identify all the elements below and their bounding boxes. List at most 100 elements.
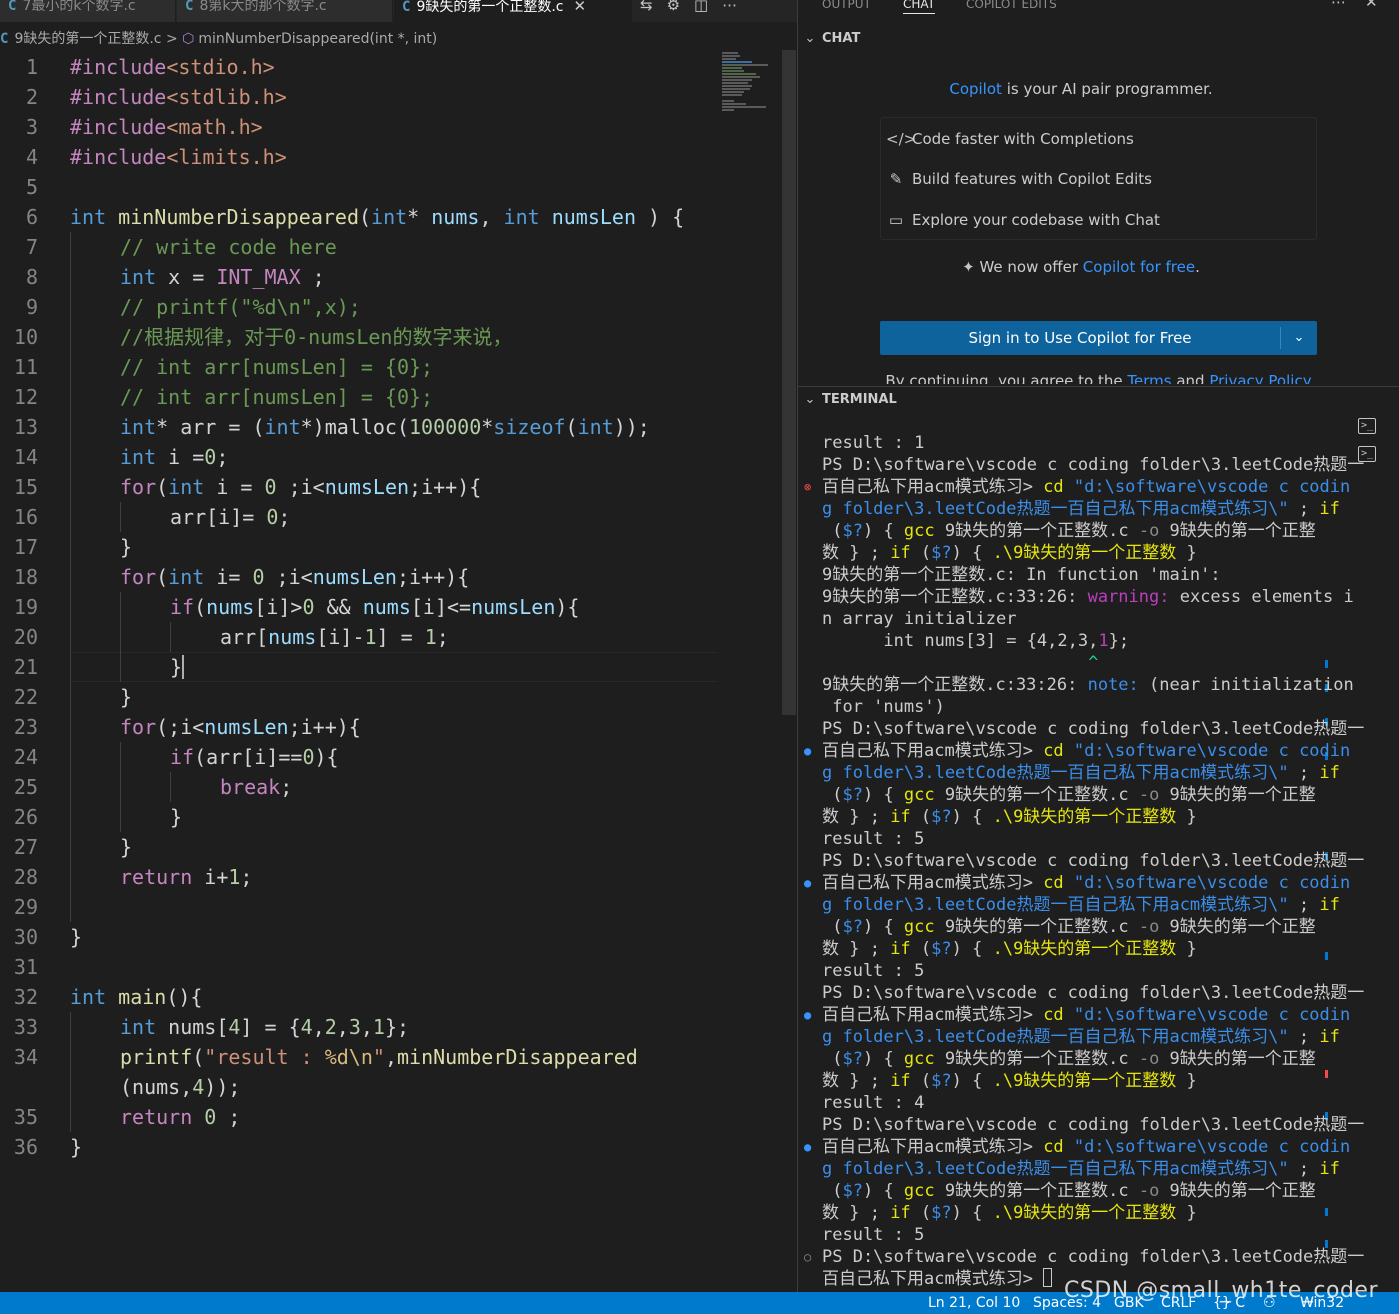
cursor-position[interactable]: Ln 21, Col 10 xyxy=(928,1292,1020,1314)
privacy-link[interactable]: Privacy Policy xyxy=(1209,372,1311,384)
terminal-line: result : 5 xyxy=(822,829,925,849)
breadcrumb-symbol[interactable]: minNumberDisappeared(int *, int) xyxy=(198,31,437,47)
sparkle-icon: ✦ xyxy=(962,258,980,276)
terminal-line: g folder\3.leetCode热题一百自己私下用acm模式练习\" ; … xyxy=(822,1159,1340,1179)
editor-toolbar: ⇆ ⚙ ◫ ⋯ xyxy=(640,0,751,22)
success-status-icon[interactable]: ● xyxy=(804,1004,811,1026)
code-line: 36} xyxy=(0,1132,782,1162)
code-text: if(nums[i]>0 && nums[i]<=numsLen){ xyxy=(170,595,580,619)
terminal-line: ($?) { gcc 9缺失的第一个正整数.c -o 9缺失的第一个正整 xyxy=(822,785,1316,805)
copilot-free-link[interactable]: Copilot for free xyxy=(1083,258,1195,276)
terminal-line: g folder\3.leetCode热题一百自己私下用acm模式练习\" ; … xyxy=(822,1027,1340,1047)
code-text: int* arr = (int*)malloc(100000*sizeof(in… xyxy=(120,415,650,439)
feature-label: Code faster with Completions xyxy=(912,130,1134,148)
code-text: } xyxy=(120,835,133,859)
terminal-line: int nums[3] = {4,2,3,1}; xyxy=(822,631,1130,651)
section-divider[interactable] xyxy=(798,386,1399,387)
code-line: 31 xyxy=(0,952,782,982)
line-number: 29 xyxy=(13,895,38,919)
line-number: 19 xyxy=(13,595,38,619)
terminal-line: 9缺失的第一个正整数.c:33:26: note: (near initiali… xyxy=(822,675,1354,695)
success-status-icon[interactable]: ● xyxy=(804,740,811,762)
compare-icon[interactable]: ⇆ xyxy=(640,0,653,13)
chat-section-header[interactable]: ⌄ CHAT xyxy=(798,28,861,50)
offer-suffix: . xyxy=(1195,258,1200,276)
sign-in-button[interactable]: Sign in to Use Copilot for Free ⌄ xyxy=(880,321,1317,355)
success-status-icon[interactable]: ● xyxy=(804,872,811,894)
breadcrumb-separator: > xyxy=(165,31,178,47)
code-line: 9 // printf("%d\n",x); xyxy=(0,292,782,322)
tab-output[interactable]: OUTPUT xyxy=(822,0,871,10)
tab-copilot-edits[interactable]: COPILOT EDITS xyxy=(966,0,1057,10)
code-text: #include<stdio.h> xyxy=(70,55,275,79)
terminal-line: g folder\3.leetCode热题一百自己私下用acm模式练习\" ; … xyxy=(822,895,1340,915)
code-line: 2 #include<stdlib.h> xyxy=(0,82,782,112)
chat-icon: ▭ xyxy=(888,211,904,229)
tab-9[interactable]: C 9缺失的第一个正整数.c ✕ xyxy=(394,0,632,22)
copilot-link[interactable]: Copilot xyxy=(949,80,1002,98)
code-line: 33 int nums[4] = {4,2,3,1}; xyxy=(0,1012,782,1042)
c-file-icon: C xyxy=(185,0,194,14)
terminal-icon[interactable]: >_ xyxy=(1358,418,1376,434)
settings-icon[interactable]: ⚙ xyxy=(667,0,680,13)
line-number: 12 xyxy=(13,385,38,409)
tab-chat[interactable]: CHAT xyxy=(903,0,936,14)
code-text: // write code here xyxy=(120,235,337,259)
line-number: 9 xyxy=(25,295,38,319)
tab-label: 8第k大的那个数字.c xyxy=(199,0,327,14)
tab-7[interactable]: C 7最小的k个数字.c xyxy=(0,0,176,22)
code-line: 1 #include<stdio.h> xyxy=(0,52,782,82)
idle-status-icon[interactable]: ○ xyxy=(804,1246,811,1268)
terminal-line: 数 } ; if ($?) { .\9缺失的第一个正整数 } xyxy=(822,1071,1197,1091)
line-number: 10 xyxy=(13,325,38,349)
line-number: 33 xyxy=(13,1015,38,1039)
minimap[interactable] xyxy=(722,50,782,130)
more-icon[interactable]: ⋯ xyxy=(722,0,737,13)
line-number: 20 xyxy=(13,625,38,649)
terminal-line: 数 } ; if ($?) { .\9缺失的第一个正整数 } xyxy=(822,1203,1197,1223)
terminal-line: PS D:\software\vscode c coding folder\3.… xyxy=(822,851,1365,871)
terminal-output[interactable]: result : 1 PS D:\software\vscode c codin… xyxy=(804,432,1365,1290)
copilot-offer: ✦ We now offer Copilot for free. xyxy=(798,258,1364,276)
chevron-down-icon[interactable]: ⌄ xyxy=(1281,321,1317,355)
terminal-line: ($?) { gcc 9缺失的第一个正整数.c -o 9缺失的第一个正整 xyxy=(822,1049,1316,1069)
chat-intro: Copilot is your AI pair programmer. xyxy=(798,80,1364,98)
close-icon[interactable]: ✕ xyxy=(574,0,587,15)
more-icon[interactable]: ⋯ xyxy=(1331,0,1346,10)
code-line: 35 return 0 ; xyxy=(0,1102,782,1132)
code-text: int i =0; xyxy=(120,445,229,469)
terminal-section-header[interactable]: ⌄ TERMINAL xyxy=(798,389,897,411)
terminal-line: ● 百自己私下用acm模式练习> cd "d:\software\vscode c… xyxy=(804,1137,1351,1157)
terms-text: and xyxy=(1171,372,1210,384)
panel-tab-bar: OUTPUT CHAT COPILOT EDITS ⋯ ✕ xyxy=(798,0,1399,16)
line-number: 36 xyxy=(13,1135,38,1159)
terminal-line: 数 } ; if ($?) { .\9缺失的第一个正整数 } xyxy=(822,543,1197,563)
code-text: for(;i<numsLen;i++){ xyxy=(120,715,361,739)
method-icon: ⬡ xyxy=(182,31,195,47)
code-editor[interactable]: 1 #include<stdio.h> 2 #include<stdlib.h> 3… xyxy=(0,52,782,1162)
code-line: 7 // write code here xyxy=(0,232,782,262)
code-text: #include<stdlib.h> xyxy=(70,85,287,109)
code-text: arr[i]= 0; xyxy=(170,505,291,529)
split-editor-icon[interactable]: ◫ xyxy=(694,0,708,13)
line-number: 15 xyxy=(13,475,38,499)
error-status-icon[interactable]: ⊗ xyxy=(804,476,811,498)
chat-intro-text: is your AI pair programmer. xyxy=(1001,80,1213,98)
tab-8[interactable]: C 8第k大的那个数字.c xyxy=(177,0,393,22)
terminal-line: ⊗ 百自己私下用acm模式练习> cd "d:\software\vscode c… xyxy=(804,477,1351,497)
code-text: } xyxy=(170,805,183,829)
c-file-icon: C xyxy=(8,0,17,14)
close-icon[interactable]: ✕ xyxy=(1365,0,1378,10)
code-line: 21} xyxy=(0,652,782,682)
code-line: 10 //根据规律，对于0-numsLen的数字来说， xyxy=(0,322,782,352)
feature-completions: </>Code faster with Completions xyxy=(886,128,1134,150)
success-status-icon[interactable]: ● xyxy=(804,1136,811,1158)
terms-link[interactable]: Terms xyxy=(1127,372,1171,384)
breadcrumb-file[interactable]: 9缺失的第一个正整数.c xyxy=(14,31,161,47)
code-line: 30} xyxy=(0,922,782,952)
editor-scrollbar[interactable] xyxy=(782,50,796,715)
feature-chat: ▭ Explore your codebase with Chat xyxy=(886,209,1160,231)
terminal-line: ($?) { gcc 9缺失的第一个正整数.c -o 9缺失的第一个正整 xyxy=(822,521,1316,541)
line-number: 35 xyxy=(13,1105,38,1129)
code-text: // int arr[numsLen] = {0}; xyxy=(120,385,434,409)
